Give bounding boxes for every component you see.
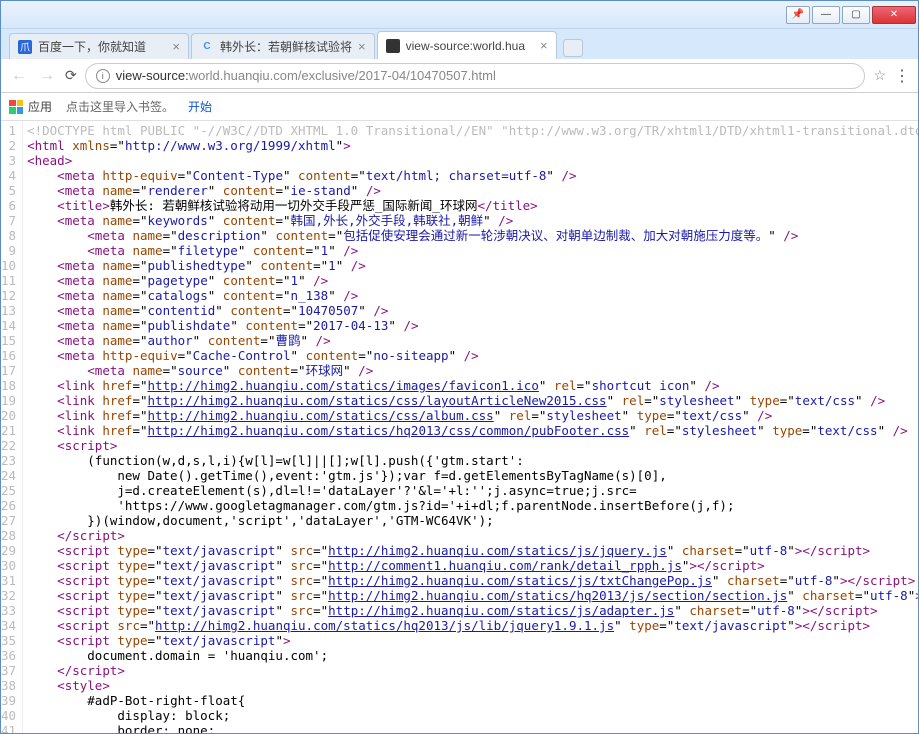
bookmark-bar: 应用 点击这里导入书签。 开始 — [1, 93, 918, 121]
window-titlebar: 📌 — ▢ ✕ — [1, 1, 918, 29]
menu-button[interactable]: ⋮ — [894, 66, 910, 86]
close-button[interactable]: ✕ — [872, 6, 916, 24]
new-tab-button[interactable] — [563, 39, 583, 57]
tab-label: 韩外长：若朝鲜核试验将 — [220, 38, 352, 55]
url-prefix: view-source: — [116, 68, 189, 83]
browser-tab[interactable]: 爪百度一下，你就知道 × — [9, 33, 189, 59]
source-code[interactable]: <!DOCTYPE html PUBLIC "-//W3C//DTD XHTML… — [23, 121, 918, 733]
favicon — [386, 39, 400, 53]
tab-close-icon[interactable]: × — [540, 38, 548, 53]
favicon: C — [200, 40, 214, 54]
address-bar[interactable]: i view-source:world.huanqiu.com/exclusiv… — [85, 63, 866, 89]
apps-shortcut[interactable]: 应用 — [9, 98, 52, 115]
browser-tab[interactable]: view-source:world.hua × — [377, 31, 557, 59]
favicon: 爪 — [18, 40, 32, 54]
tab-label: view-source:world.hua — [406, 39, 534, 53]
apps-label: 应用 — [28, 98, 52, 115]
minimize-button[interactable]: — — [812, 6, 840, 24]
tab-close-icon[interactable]: × — [358, 39, 366, 54]
apps-icon — [9, 100, 23, 114]
line-gutter: 1 2 3 4 5 6 7 8 9 10 11 12 13 14 15 16 1… — [1, 121, 23, 733]
forward-button[interactable]: → — [37, 67, 57, 85]
tab-strip: 爪百度一下，你就知道×C韩外长：若朝鲜核试验将×view-source:worl… — [1, 29, 918, 59]
back-button[interactable]: ← — [9, 67, 29, 85]
tab-close-icon[interactable]: × — [172, 39, 180, 54]
view-source-pane: 1 2 3 4 5 6 7 8 9 10 11 12 13 14 15 16 1… — [1, 121, 918, 733]
import-bookmarks-hint: 点击这里导入书签。 — [66, 98, 174, 115]
browser-window: 📌 — ▢ ✕ 爪百度一下，你就知道×C韩外长：若朝鲜核试验将×view-sou… — [0, 0, 919, 734]
reload-button[interactable]: ⟳ — [65, 67, 77, 84]
start-link[interactable]: 开始 — [188, 98, 212, 115]
bookmark-star-icon[interactable]: ☆ — [873, 67, 886, 84]
maximize-button[interactable]: ▢ — [842, 6, 870, 24]
site-info-icon[interactable]: i — [96, 69, 110, 83]
pin-button[interactable]: 📌 — [786, 6, 810, 24]
url-path: world.huanqiu.com/exclusive/2017-04/1047… — [189, 68, 496, 83]
browser-tab[interactable]: C 韩外长：若朝鲜核试验将 × — [191, 33, 375, 59]
tab-label: 百度一下，你就知道 — [38, 38, 166, 55]
toolbar: ← → ⟳ i view-source:world.huanqiu.com/ex… — [1, 59, 918, 93]
